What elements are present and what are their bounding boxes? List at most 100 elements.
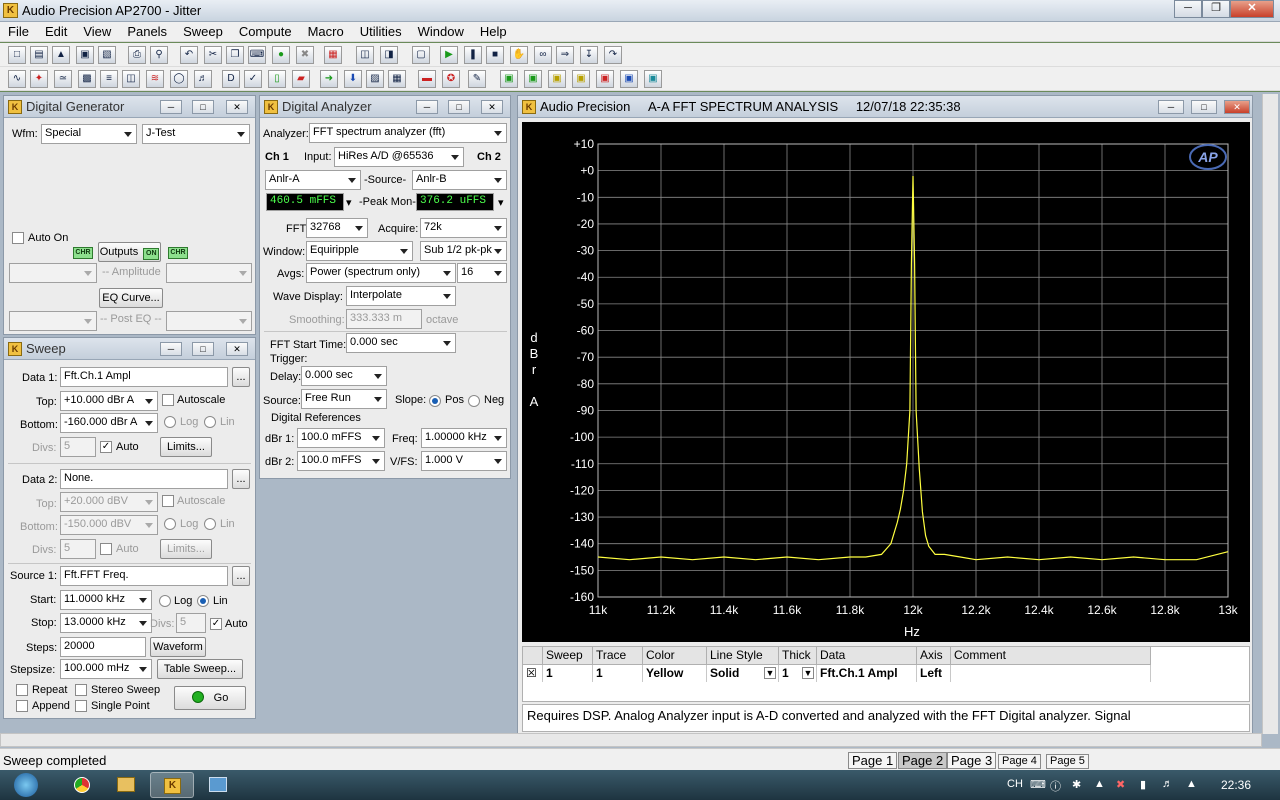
- log2-radio[interactable]: [164, 518, 176, 530]
- stop-select[interactable]: 13.0000 kHz: [60, 613, 152, 633]
- waveform-button[interactable]: Waveform: [150, 637, 206, 657]
- dcx-icon[interactable]: D: [222, 70, 240, 88]
- analyzer-select[interactable]: FFT spectrum analyzer (fft): [309, 123, 507, 143]
- table-sweep-button[interactable]: Table Sweep...: [157, 659, 243, 679]
- avgs-count-select[interactable]: 16: [457, 263, 507, 283]
- cell-line-style[interactable]: Solid ▼: [707, 665, 779, 682]
- open-folder-icon[interactable]: ▲: [52, 46, 70, 64]
- divs2-field[interactable]: 5: [60, 539, 96, 559]
- smoothing-field[interactable]: 333.333 m: [346, 309, 422, 329]
- autoscale-checkbox[interactable]: [162, 394, 174, 406]
- minimize-button[interactable]: ─: [160, 100, 182, 114]
- close-button[interactable]: ✕: [226, 100, 248, 114]
- divs-field[interactable]: 5: [60, 437, 96, 457]
- print-preview-icon[interactable]: ⚲: [150, 46, 168, 64]
- slope-neg-radio[interactable]: [468, 395, 480, 407]
- network-error-icon[interactable]: ✖: [1116, 778, 1125, 791]
- menu-macro[interactable]: Macro: [300, 22, 352, 41]
- menu-view[interactable]: View: [75, 22, 119, 41]
- start-select[interactable]: 11.0000 kHz: [60, 590, 152, 610]
- source1-field[interactable]: Fft.FFT Freq.: [60, 566, 228, 586]
- panel-icon[interactable]: ◫: [356, 46, 374, 64]
- display-6-icon[interactable]: ▣: [620, 70, 638, 88]
- settings-tray-icon[interactable]: ✱: [1072, 778, 1081, 791]
- top-select[interactable]: +10.000 dBr A: [60, 391, 158, 411]
- step-into-icon[interactable]: ↧: [580, 46, 598, 64]
- page-tab-5[interactable]: Page 5: [1046, 754, 1089, 769]
- maximize-button[interactable]: □: [192, 100, 214, 114]
- avgs-select[interactable]: Power (spectrum only): [306, 263, 456, 283]
- chart-icon[interactable]: ▨: [366, 70, 384, 88]
- explorer-taskbar-icon[interactable]: [106, 772, 146, 798]
- save-all-icon[interactable]: ▧: [98, 46, 116, 64]
- page-tab-2[interactable]: Page 2: [898, 752, 948, 769]
- wave-display-select[interactable]: Interpolate: [346, 286, 456, 306]
- close-button[interactable]: ✕: [226, 342, 248, 356]
- cell-color[interactable]: Yellow: [643, 665, 707, 682]
- autoscale2-checkbox[interactable]: [162, 495, 174, 507]
- peak-a-arrow-icon[interactable]: ▾: [346, 196, 352, 209]
- limits2-button[interactable]: Limits...: [160, 539, 212, 559]
- pause-macro-icon[interactable]: ❚: [464, 46, 482, 64]
- print-icon[interactable]: ⎙: [128, 46, 146, 64]
- freq-select[interactable]: 1.00000 kHz: [421, 428, 507, 448]
- maximize-button[interactable]: □: [448, 100, 470, 114]
- auto-checkbox[interactable]: ✓: [100, 441, 112, 453]
- io-icon[interactable]: ◫: [122, 70, 140, 88]
- trigger-source-select[interactable]: Free Run: [301, 389, 387, 409]
- amplitude-b-select[interactable]: [166, 263, 252, 283]
- col-line-style[interactable]: Line Style: [707, 647, 779, 665]
- clock-icon[interactable]: ◯: [170, 70, 188, 88]
- digital-gen-icon[interactable]: ≡: [100, 70, 118, 88]
- outputs-button[interactable]: Outputs ON: [98, 242, 161, 262]
- minimize-button[interactable]: ─: [160, 342, 182, 356]
- repeat-checkbox[interactable]: [16, 684, 28, 696]
- data1-field[interactable]: Fft.Ch.1 Ampl: [60, 367, 228, 387]
- go-icon[interactable]: ●: [272, 46, 290, 64]
- auto-on-checkbox[interactable]: [12, 232, 24, 244]
- stop-icon[interactable]: ✖: [296, 46, 314, 64]
- vertical-scrollbar[interactable]: [1262, 94, 1278, 734]
- menu-sweep[interactable]: Sweep: [175, 22, 231, 41]
- volume-icon[interactable]: ♬: [1162, 778, 1173, 790]
- col-axis[interactable]: Axis: [917, 647, 951, 665]
- new-file-icon[interactable]: □: [8, 46, 26, 64]
- col-sweep[interactable]: Sweep: [543, 647, 593, 665]
- display-1-icon[interactable]: ▣: [500, 70, 518, 88]
- cell-thick[interactable]: 1 ▼: [779, 665, 817, 682]
- single-point-checkbox[interactable]: [75, 700, 87, 712]
- delay-select[interactable]: 0.000 sec: [301, 366, 387, 386]
- display-4-icon[interactable]: ▣: [572, 70, 590, 88]
- col-trace[interactable]: Trace: [593, 647, 643, 665]
- post-eq-b-select[interactable]: [166, 311, 252, 331]
- stereo-sweep-checkbox[interactable]: [75, 684, 87, 696]
- col-thick[interactable]: Thick: [779, 647, 817, 665]
- fire-icon[interactable]: ✪: [442, 70, 460, 88]
- display-7-icon[interactable]: ▣: [644, 70, 662, 88]
- menu-utilities[interactable]: Utilities: [352, 22, 410, 41]
- wfm-select[interactable]: Special: [41, 124, 137, 144]
- horizontal-scrollbar[interactable]: [0, 733, 1262, 747]
- page-tab-3[interactable]: Page 3: [947, 752, 997, 769]
- window-select[interactable]: Equiripple: [306, 241, 413, 261]
- notes-icon[interactable]: ✎: [468, 70, 486, 88]
- display-3-icon[interactable]: ▣: [548, 70, 566, 88]
- go-button[interactable]: Go: [174, 686, 246, 710]
- log3-radio[interactable]: [159, 595, 171, 607]
- graph-panel-icon[interactable]: ∿: [8, 70, 26, 88]
- start-button[interactable]: [6, 772, 46, 798]
- step-over-icon[interactable]: ↷: [604, 46, 622, 64]
- maximize-button[interactable]: □: [1191, 100, 1217, 114]
- vfs-select[interactable]: 1.000 V: [421, 451, 507, 471]
- data1-browse-button[interactable]: ...: [232, 367, 250, 387]
- data2-field[interactable]: None.: [60, 469, 228, 489]
- menu-panels[interactable]: Panels: [119, 22, 175, 41]
- meter-icon[interactable]: ▯: [268, 70, 286, 88]
- glasses-icon[interactable]: ∞: [534, 46, 552, 64]
- app2-taskbar-icon[interactable]: [198, 772, 238, 798]
- comment-box[interactable]: Requires DSP. Analog Analyzer input is A…: [522, 704, 1250, 732]
- menu-file[interactable]: File: [0, 22, 37, 41]
- source-a-select[interactable]: Anlr-A: [265, 170, 361, 190]
- window-sub-select[interactable]: Sub 1/2 pk-pk: [420, 241, 507, 261]
- maximize-button[interactable]: □: [192, 342, 214, 356]
